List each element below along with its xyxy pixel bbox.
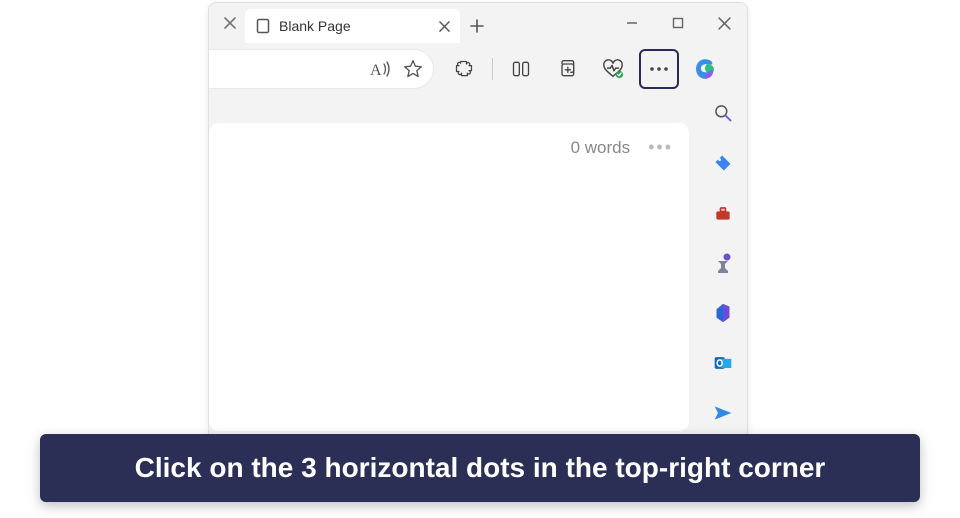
- page-card: 0 words •••: [209, 123, 689, 431]
- card-more-icon[interactable]: •••: [648, 137, 673, 158]
- browser-tab[interactable]: Blank Page: [245, 9, 460, 43]
- copilot-icon[interactable]: [685, 49, 725, 89]
- titlebar: Blank Page: [209, 3, 747, 43]
- svg-text:A: A: [370, 62, 382, 79]
- caption-text: Click on the 3 horizontal dots in the to…: [135, 452, 826, 483]
- sidebar-games-icon[interactable]: [709, 249, 737, 277]
- close-tab-icon[interactable]: [439, 21, 450, 32]
- address-bar-cluster[interactable]: A: [209, 49, 434, 89]
- page-card-header: 0 words •••: [225, 137, 673, 158]
- new-tab-button[interactable]: [460, 9, 494, 43]
- browser-window: Blank Page A: [208, 2, 748, 442]
- close-tab-left-icon[interactable]: [215, 17, 245, 29]
- read-aloud-icon[interactable]: A: [369, 58, 393, 80]
- window-controls: [609, 3, 747, 43]
- minimize-button[interactable]: [609, 3, 655, 43]
- sidebar-send-icon[interactable]: [709, 399, 737, 427]
- instruction-caption: Click on the 3 horizontal dots in the to…: [40, 434, 920, 502]
- toolbar-separator: [492, 58, 493, 80]
- tab-title: Blank Page: [279, 18, 431, 34]
- sidebar-search-icon[interactable]: [709, 99, 737, 127]
- page-icon: [255, 18, 271, 34]
- toolbar: A: [209, 43, 747, 95]
- split-screen-icon[interactable]: [501, 49, 541, 89]
- favorite-star-icon[interactable]: [403, 59, 423, 79]
- sidebar-outlook-icon[interactable]: [709, 349, 737, 377]
- word-count: 0 words: [571, 138, 631, 158]
- extensions-icon[interactable]: [444, 49, 484, 89]
- sidebar-shopping-icon[interactable]: [709, 149, 737, 177]
- page-area: 0 words •••: [209, 95, 699, 441]
- close-window-button[interactable]: [701, 3, 747, 43]
- edge-sidebar: [699, 95, 747, 441]
- settings-more-button[interactable]: [639, 49, 679, 89]
- content-row: 0 words •••: [209, 95, 747, 441]
- sidebar-m365-icon[interactable]: [709, 299, 737, 327]
- collections-icon[interactable]: [547, 49, 587, 89]
- sidebar-tools-icon[interactable]: [709, 199, 737, 227]
- toolbar-icons: [444, 49, 725, 89]
- maximize-button[interactable]: [655, 3, 701, 43]
- browser-essentials-icon[interactable]: [593, 49, 633, 89]
